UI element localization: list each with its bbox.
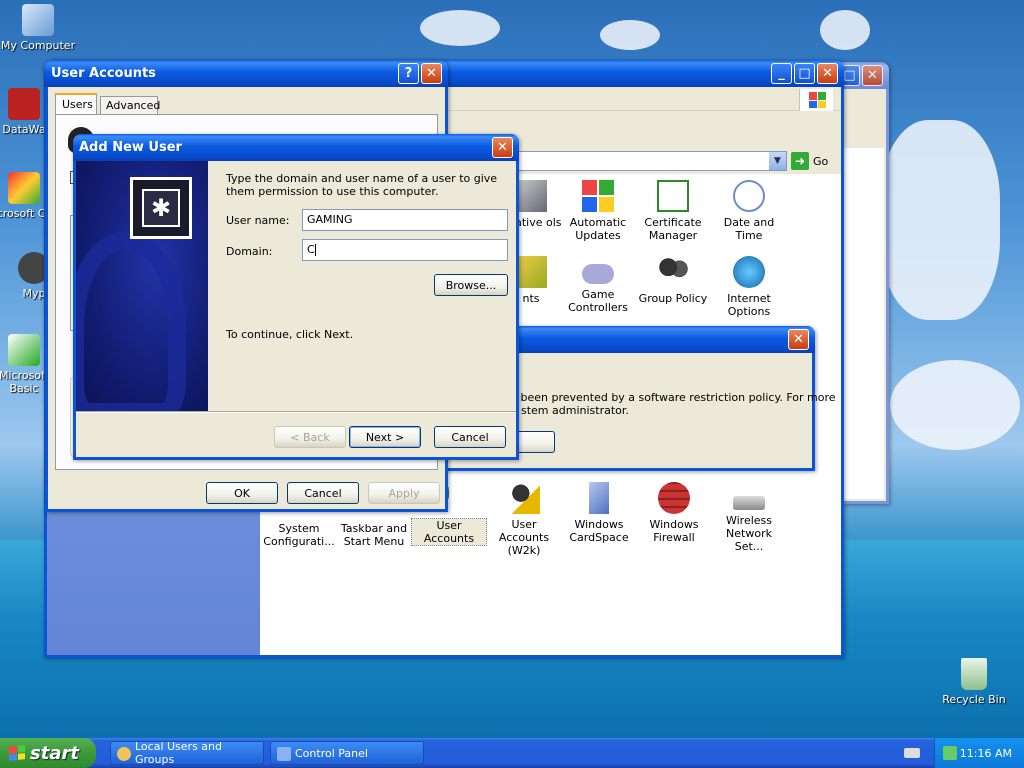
- ok-button[interactable]: OK: [206, 482, 278, 504]
- restriction-message-line2: stem administrator.: [521, 404, 629, 417]
- cardspace-icon: [589, 482, 609, 514]
- tab-users[interactable]: Users: [55, 93, 97, 115]
- help-icon[interactable]: ?: [398, 63, 419, 84]
- system-tray: 11:16 AM: [934, 738, 1024, 768]
- certificate-icon: [657, 180, 689, 212]
- tab-advanced[interactable]: Advanced: [100, 96, 160, 115]
- start-button[interactable]: start: [0, 738, 96, 768]
- windows-flag-icon: [582, 180, 614, 212]
- go-arrow-icon: ➜: [791, 152, 809, 170]
- wireless-icon: [733, 496, 765, 510]
- close-icon[interactable]: ✕: [862, 65, 883, 86]
- username-label: User name:: [226, 214, 290, 227]
- cp-item-game-controllers[interactable]: Game Controllers: [560, 256, 636, 314]
- task-control-panel[interactable]: Control Panel: [270, 741, 424, 765]
- close-icon[interactable]: ✕: [492, 137, 513, 158]
- window-title: User Accounts: [51, 66, 156, 81]
- windows-logo-icon: [9, 745, 25, 761]
- keyboard-icon[interactable]: [904, 748, 920, 758]
- cp-item-automatic-updates[interactable]: Automatic Updates: [560, 180, 636, 242]
- users-icon: [657, 256, 689, 288]
- domain-label: Domain:: [226, 245, 273, 258]
- desktop-icon-label: DataWa: [2, 123, 46, 136]
- close-icon[interactable]: ✕: [788, 329, 809, 350]
- dialog-title: Add New User: [79, 140, 182, 155]
- admin-tools-icon: [515, 180, 547, 212]
- clock-icon: [733, 180, 765, 212]
- basic-icon: [8, 334, 40, 366]
- application-icon: [8, 88, 40, 120]
- cp-item-user-accounts-w2k[interactable]: User Accounts (W2k): [486, 482, 562, 557]
- desktop-icon-label: Myp: [22, 287, 46, 300]
- desktop-icon-recycle-bin[interactable]: Recycle Bin: [934, 658, 1014, 706]
- cancel-button[interactable]: Cancel: [434, 426, 506, 448]
- go-button[interactable]: ➜ Go: [791, 151, 837, 171]
- globe-icon: [733, 256, 765, 288]
- apply-button[interactable]: Apply: [368, 482, 440, 504]
- wizard-bg-shape: [76, 231, 186, 411]
- add-new-user-dialog: Add New User ✕ ✱ Type the domain and use…: [73, 134, 519, 460]
- wizard-key-icon: ✱: [130, 177, 192, 239]
- text-cursor: [314, 244, 316, 256]
- cp-item-certificate-manager[interactable]: Certificate Manager: [635, 180, 711, 242]
- taskbar: start Local Users and Groups Control Pan…: [0, 738, 1024, 768]
- domain-input[interactable]: C: [302, 239, 508, 261]
- restriction-message-line1: been prevented by a software restriction…: [517, 391, 836, 404]
- windows-logo-icon: [799, 89, 833, 111]
- cp-item-date-time[interactable]: Date and Time: [711, 180, 787, 242]
- desktop-icon-label: Recycle Bin: [942, 693, 1006, 706]
- wizard-banner: ✱: [76, 161, 208, 411]
- desktop-icon-label: Microsoft Basic: [0, 369, 50, 395]
- gamepad-icon: [582, 264, 614, 284]
- recycle-bin-icon: [961, 658, 987, 690]
- task-local-users-groups[interactable]: Local Users and Groups: [110, 740, 264, 766]
- cancel-button[interactable]: Cancel: [287, 482, 359, 504]
- wizard-divider: [76, 411, 516, 413]
- desktop-icon-label: My Computer: [0, 39, 76, 52]
- username-input[interactable]: GAMING: [302, 209, 508, 231]
- user-key-icon: [508, 482, 540, 514]
- add-new-user-titlebar: Add New User ✕: [73, 134, 519, 161]
- visual-cpp-icon: [8, 172, 40, 204]
- instruction-text: Type the domain and user name of a user …: [226, 172, 498, 198]
- computer-icon: [22, 4, 54, 36]
- clock[interactable]: 11:16 AM: [960, 747, 1012, 760]
- chevron-down-icon[interactable]: ▼: [769, 152, 786, 170]
- cp-item-internet-options[interactable]: Internet Options: [711, 256, 787, 318]
- network-icon[interactable]: [943, 746, 957, 760]
- close-icon[interactable]: ✕: [421, 63, 442, 84]
- control-panel-icon: [277, 747, 291, 761]
- next-button[interactable]: Next >: [349, 426, 421, 448]
- back-button[interactable]: < Back: [274, 426, 346, 448]
- cp-item-group-policy[interactable]: Group Policy: [635, 256, 711, 305]
- fonts-icon: [515, 256, 547, 288]
- user-accounts-titlebar: User Accounts ? ✕: [45, 60, 448, 87]
- users-icon: [117, 747, 131, 761]
- firewall-icon: [658, 482, 690, 514]
- desktop-icon-my-computer[interactable]: My Computer: [0, 4, 78, 52]
- cp-item-wireless-network[interactable]: Wireless Network Set...: [711, 482, 787, 553]
- browse-button[interactable]: Browse...: [434, 274, 508, 296]
- continue-text: To continue, click Next.: [226, 328, 354, 341]
- cp-item-windows-cardspace[interactable]: Windows CardSpace: [561, 482, 637, 544]
- minimize-icon[interactable]: _: [771, 63, 792, 84]
- maximize-icon[interactable]: □: [794, 63, 815, 84]
- cp-item-windows-firewall[interactable]: Windows Firewall: [636, 482, 712, 544]
- close-icon[interactable]: ✕: [817, 63, 838, 84]
